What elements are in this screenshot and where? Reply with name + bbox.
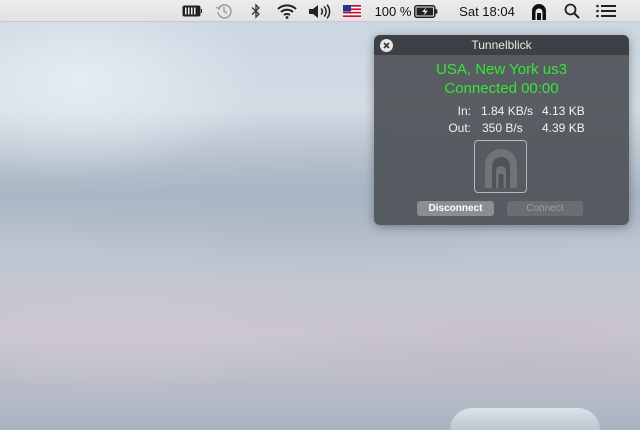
notification-center-icon[interactable] [594,0,618,22]
in-label: In: [457,104,471,118]
connect-button[interactable]: Connect [507,201,583,216]
clock[interactable]: Sat 18:04 [452,0,522,22]
out-label: Out: [448,121,471,135]
tunnelblick-icon[interactable] [528,0,550,22]
close-icon[interactable] [380,39,393,52]
battery-percent-text: 100 % [374,3,412,19]
tunnel-logo-icon [484,148,517,188]
time-machine-icon[interactable] [213,0,235,22]
spotlight-search-icon[interactable] [562,0,582,22]
tunnelblick-status-window: Tunnelblick USA, New York us3 Connected … [374,35,629,225]
bluetooth-icon[interactable] [247,0,265,22]
wifi-icon[interactable] [276,0,298,22]
in-total: 4.13 KB [542,104,585,118]
battery-percent[interactable]: 100 % [373,0,413,22]
clock-text: Sat 18:04 [459,3,515,19]
in-rate: 1.84 KB/s [481,104,534,118]
connection-status: Connected 00:00 [444,80,559,97]
us-flag-icon[interactable] [342,0,362,22]
menu-bar: 100 % Sat 18:04 [0,0,640,22]
disconnect-button[interactable]: Disconnect [417,201,494,216]
volume-icon[interactable] [307,0,333,22]
connection-name: USA, New York us3 [436,61,567,78]
wallpaper-mountain [450,408,600,430]
battery-status-icon[interactable] [181,0,203,22]
battery-charging-icon[interactable] [413,0,439,22]
window-title: Tunnelblick [471,38,532,52]
out-rate: 350 B/s [482,121,523,135]
out-total: 4.39 KB [542,121,585,135]
tunnelblick-logo [474,140,527,193]
